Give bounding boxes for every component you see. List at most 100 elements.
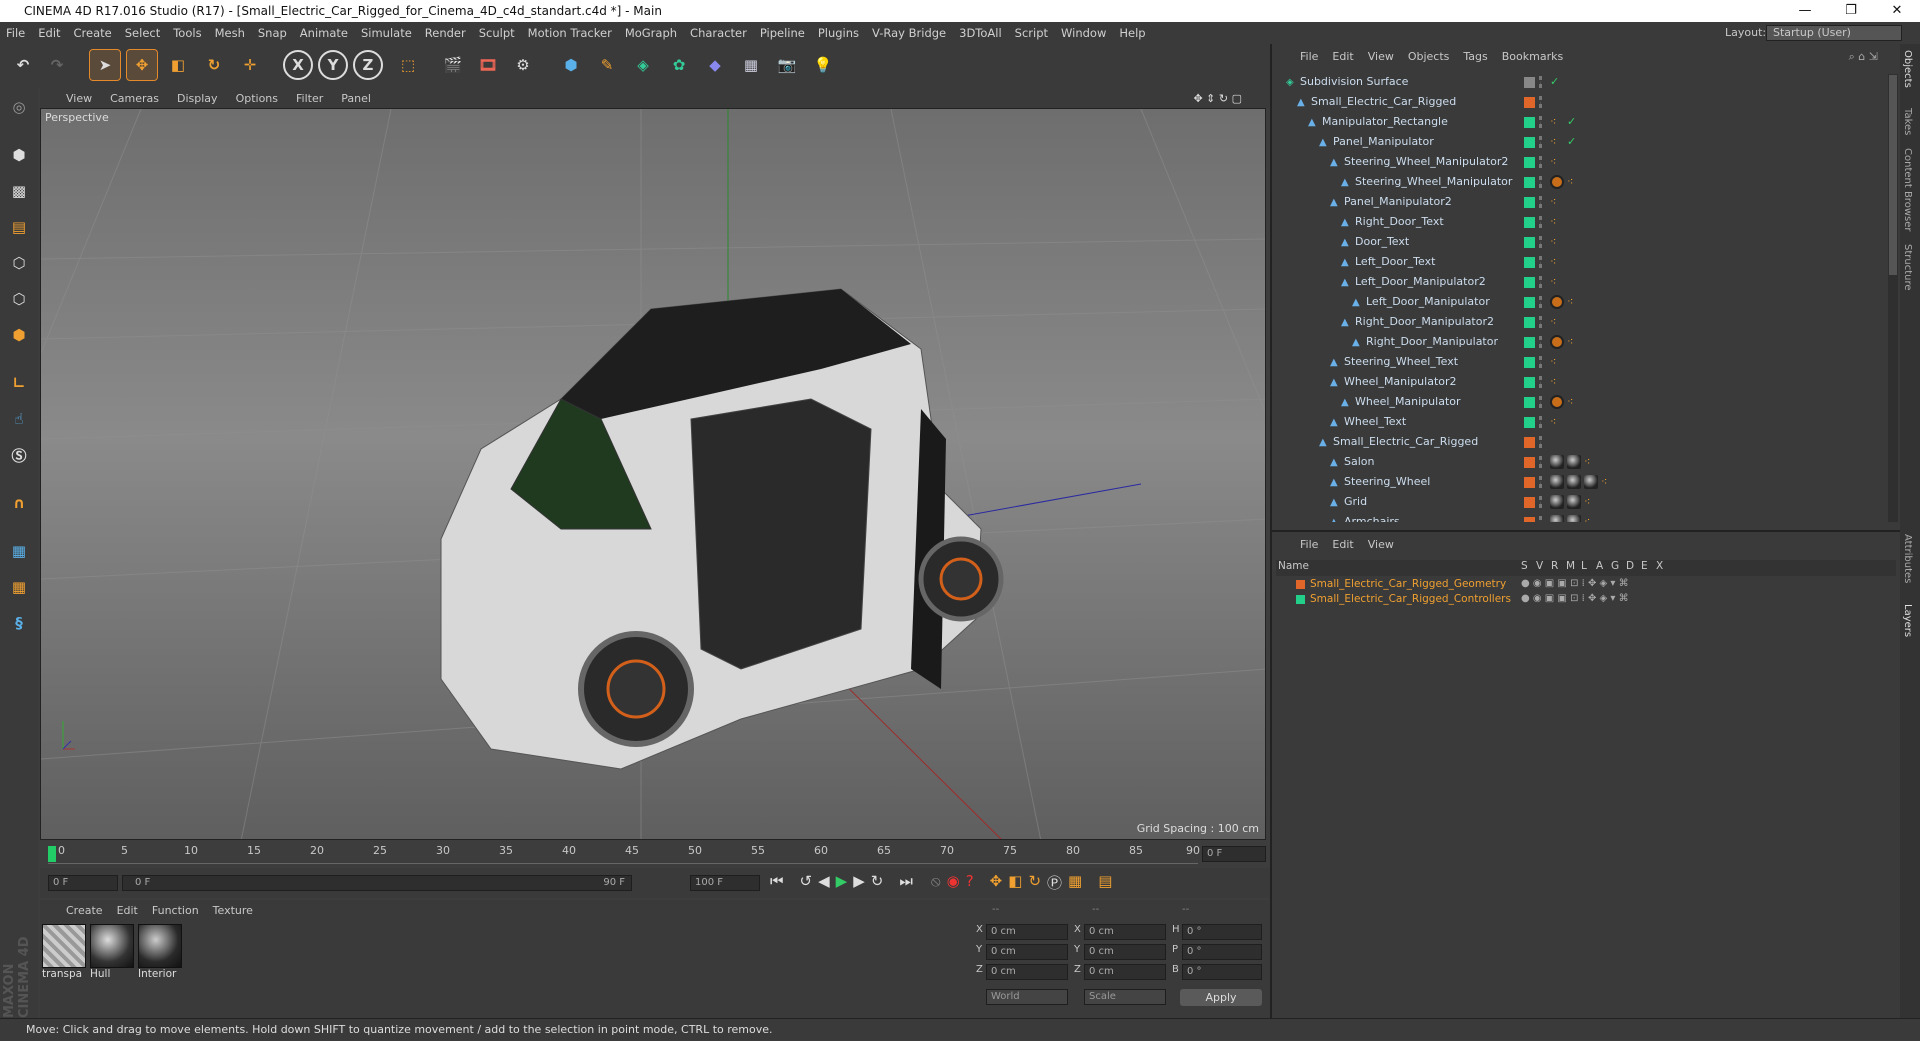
xpresso-tag-icon[interactable]: ⁖ (1550, 355, 1564, 369)
key-rotation-icon[interactable]: ↻ (1028, 872, 1041, 893)
perspective-viewport[interactable]: Perspective Grid Spacing : 100 cm (40, 108, 1266, 840)
menu-tools[interactable]: Tools (173, 26, 201, 40)
object-row[interactable]: ▲ Steering_Wheel_Manipulator2 ⁖ (1272, 152, 1884, 172)
layer-swatch[interactable] (1524, 297, 1535, 308)
object-row[interactable]: ▲ Small_Electric_Car_Rigged (1272, 432, 1884, 452)
object-row[interactable]: ▲ Wheel_Manipulator ⁖ (1272, 392, 1884, 412)
layer-swatch[interactable] (1524, 457, 1535, 468)
object-row[interactable]: ▲ Left_Door_Manipulator2 ⁖ (1272, 272, 1884, 292)
play-icon[interactable]: ▶ (836, 872, 848, 893)
goto-start-icon[interactable]: ⏮ (770, 872, 784, 893)
obj-menu-file[interactable]: File (1300, 50, 1318, 68)
xpresso-tag-icon[interactable]: ⁖ (1550, 195, 1564, 209)
workplane-mode-icon[interactable]: ▤ (4, 212, 34, 242)
check-icon[interactable]: ✓ (1550, 75, 1564, 89)
object-row[interactable]: ▲ Steering_Wheel_Manipulator ⁖ (1272, 172, 1884, 192)
tweak-mode-icon[interactable]: ☝ (4, 404, 34, 434)
undo-icon[interactable]: ↶ (8, 50, 38, 80)
xpresso-tag-icon[interactable]: ⁖ (1550, 135, 1564, 149)
prev-key-icon[interactable]: ↺ (800, 872, 813, 893)
pos-x-field[interactable]: 0 cm (986, 924, 1068, 940)
visibility-dots[interactable] (1539, 136, 1543, 148)
visibility-dots[interactable] (1539, 316, 1543, 328)
camera-icon[interactable]: 📷 (772, 50, 802, 80)
layer-swatch[interactable] (1524, 137, 1535, 148)
key-pla-icon[interactable]: ▦ (1068, 872, 1082, 893)
python-icon[interactable]: § (4, 608, 34, 638)
maximize-button[interactable]: ❐ (1828, 0, 1874, 22)
check-icon[interactable]: ✓ (1567, 115, 1581, 129)
layer-row-geometry[interactable]: Small_Electric_Car_Rigged_Geometry ● ◉ ▣… (1276, 578, 1896, 593)
menu-render[interactable]: Render (425, 26, 466, 40)
xpresso-tag-icon[interactable]: ⁖ (1567, 295, 1581, 309)
menu-edit[interactable]: Edit (38, 26, 60, 40)
pos-y-field[interactable]: 0 cm (986, 944, 1068, 960)
z-axis-lock-icon[interactable]: Z (353, 50, 383, 80)
material-tag-icon[interactable] (1567, 455, 1581, 469)
material-tag-icon[interactable] (1550, 515, 1564, 522)
mat-menu-function[interactable]: Function (152, 904, 199, 917)
object-row[interactable]: ▲ Panel_Manipulator2 ⁖ (1272, 192, 1884, 212)
object-row[interactable]: ▲ Steering_Wheel ⁖ (1272, 472, 1884, 492)
xpresso-tag-icon[interactable]: ⁖ (1567, 175, 1581, 189)
visibility-dots[interactable] (1539, 196, 1543, 208)
obj-menu-bookmarks[interactable]: Bookmarks (1502, 50, 1563, 68)
layer-swatch[interactable] (1524, 437, 1535, 448)
render-settings-icon[interactable]: ⚙ (508, 50, 538, 80)
layer-swatch[interactable] (1524, 337, 1535, 348)
visibility-dots[interactable] (1539, 236, 1543, 248)
make-editable-icon[interactable]: ◎ (4, 92, 34, 122)
layer-menu-edit[interactable]: Edit (1332, 538, 1353, 556)
visibility-dots[interactable] (1539, 516, 1543, 522)
menu-snap[interactable]: Snap (258, 26, 287, 40)
menu-plugins[interactable]: Plugins (818, 26, 859, 40)
object-row[interactable]: ▲ Wheel_Manipulator2 ⁖ (1272, 372, 1884, 392)
size-x-field[interactable]: 0 cm (1084, 924, 1166, 940)
visibility-dots[interactable] (1539, 496, 1543, 508)
apply-button[interactable]: Apply (1180, 989, 1262, 1006)
y-axis-lock-icon[interactable]: Y (318, 50, 348, 80)
live-move-icon[interactable]: ✛ (235, 50, 265, 80)
mat-menu-edit[interactable]: Edit (117, 904, 138, 917)
rot-h-field[interactable]: 0 ° (1182, 924, 1262, 940)
obj-menu-tags[interactable]: Tags (1463, 50, 1487, 68)
vp-menu-options[interactable]: Options (236, 92, 278, 105)
visibility-dots[interactable] (1539, 76, 1543, 88)
key-param-icon[interactable]: Ⓟ (1047, 872, 1062, 893)
xpresso-tag-icon[interactable]: ⁖ (1550, 155, 1564, 169)
tab-attributes[interactable]: Attributes (1902, 534, 1913, 583)
layer-swatch[interactable] (1524, 257, 1535, 268)
object-row[interactable]: ▲ Small_Electric_Car_Rigged (1272, 92, 1884, 112)
object-row[interactable]: ▲ Steering_Wheel_Text ⁖ (1272, 352, 1884, 372)
timeline-ruler[interactable]: 0 5 10 15 20 25 30 35 40 45 50 55 60 65 … (40, 840, 1270, 868)
menu-select[interactable]: Select (125, 26, 160, 40)
pos-z-field[interactable]: 0 cm (986, 964, 1068, 980)
visibility-dots[interactable] (1539, 116, 1543, 128)
menu-simulate[interactable]: Simulate (361, 26, 412, 40)
object-row[interactable]: ▲ Wheel_Text ⁖ (1272, 412, 1884, 432)
material-tag-icon[interactable] (1550, 475, 1564, 489)
menu-mograph[interactable]: MoGraph (625, 26, 677, 40)
layer-menu-file[interactable]: File (1300, 538, 1318, 556)
material-tag-icon[interactable] (1550, 495, 1564, 509)
visibility-dots[interactable] (1539, 356, 1543, 368)
visibility-dots[interactable] (1539, 336, 1543, 348)
current-frame-field[interactable]: 0 F (1202, 846, 1266, 862)
obj-menu-edit[interactable]: Edit (1332, 50, 1353, 68)
cube-primitive-icon[interactable]: ⬢ (556, 50, 586, 80)
obj-menu-objects[interactable]: Objects (1408, 50, 1450, 68)
xpresso-tag-icon[interactable]: ⁖ (1550, 115, 1564, 129)
xpresso-tag-icon[interactable]: ⁖ (1567, 395, 1581, 409)
viewport-nav-icons[interactable]: ✥ ⇕ ↻ ▢ (1193, 92, 1242, 105)
render-view-icon[interactable]: 🎬 (438, 50, 468, 80)
menu-animate[interactable]: Animate (300, 26, 348, 40)
layer-flag-icons[interactable]: ● ◉ ▣ ▣ ⊡ ⁞ ✥ ◈ ▾ ⌘ (1521, 593, 1629, 604)
xpresso-tag-icon[interactable]: ⁖ (1550, 415, 1564, 429)
material-interior[interactable]: Interior (138, 924, 182, 982)
scale-tool-icon[interactable]: ◧ (163, 50, 193, 80)
move-tool-icon[interactable]: ✥ (126, 49, 158, 81)
visibility-dots[interactable] (1539, 216, 1543, 228)
visibility-dots[interactable] (1539, 396, 1543, 408)
visibility-dots[interactable] (1539, 476, 1543, 488)
floor-scene-icon[interactable]: ▦ (736, 50, 766, 80)
